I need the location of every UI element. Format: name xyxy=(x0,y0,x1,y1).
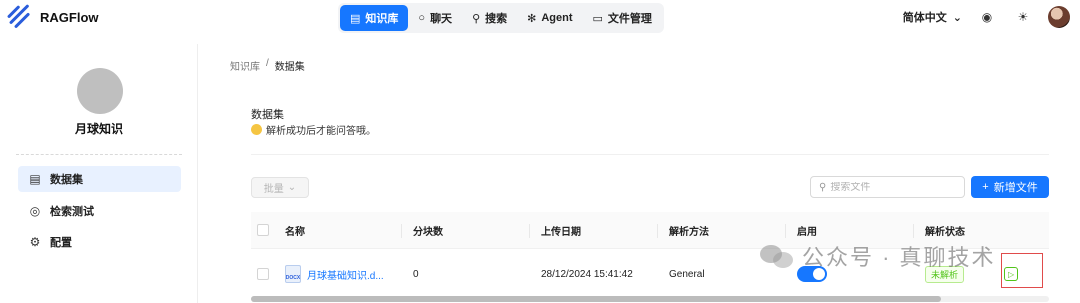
highlight-annotation xyxy=(1001,253,1043,288)
scrollbar-thumb[interactable] xyxy=(251,296,941,302)
sidebar-item-config[interactable]: ⚙ 配置 xyxy=(18,229,181,255)
header-upload-date[interactable]: 上传日期 xyxy=(541,223,581,238)
agent-icon: ✻ xyxy=(527,12,537,25)
language-select[interactable]: 简体中文 ⌄ xyxy=(903,9,962,25)
chat-icon: ○ xyxy=(418,12,426,24)
gear-icon: ⚙ xyxy=(29,235,41,249)
folder-icon: ▭ xyxy=(592,12,603,25)
chevron-down-icon: ⌄ xyxy=(287,182,297,193)
file-search[interactable]: ⚲ xyxy=(810,176,965,198)
horizontal-scrollbar[interactable] xyxy=(251,296,1049,302)
column-divider xyxy=(913,224,914,238)
header-name[interactable]: 名称 xyxy=(285,223,305,238)
dataset-icon: ▤ xyxy=(29,172,41,186)
batch-label: 批量 xyxy=(263,184,284,195)
description-text: 解析成功后才能问答哦。 xyxy=(266,126,376,137)
nav-label: 文件管理 xyxy=(607,13,652,25)
breadcrumb-root[interactable]: 知识库 xyxy=(230,58,260,73)
nav-label: Agent xyxy=(541,12,573,24)
nav-file-management[interactable]: ▭ 文件管理 xyxy=(583,5,662,31)
breadcrumb-separator: / xyxy=(266,58,269,69)
header-enabled[interactable]: 启用 xyxy=(797,223,817,238)
breadcrumb: 知识库 / 数据集 xyxy=(230,58,305,73)
search-icon: ⚲ xyxy=(819,181,827,193)
sidebar-item-label: 数据集 xyxy=(50,174,83,186)
docx-file-icon: DOCX xyxy=(285,265,301,283)
header-chunks[interactable]: 分块数 xyxy=(413,223,443,238)
chevron-down-icon: ⌄ xyxy=(952,11,962,24)
plus-icon: + xyxy=(982,181,989,193)
app-logo[interactable]: RAGFlow xyxy=(6,4,99,29)
search-input[interactable] xyxy=(830,181,951,193)
app-name: RAGFlow xyxy=(40,9,99,25)
user-avatar[interactable] xyxy=(1048,6,1070,28)
nav-label: 搜索 xyxy=(485,13,508,25)
column-divider xyxy=(785,224,786,238)
sidebar-item-label: 检索测试 xyxy=(50,206,94,218)
kb-name: 月球知识 xyxy=(74,122,123,136)
file-name-link[interactable]: 月球基础知识.d... xyxy=(307,267,384,282)
main-nav: ▤ 知识库 ○ 聊天 ⚲ 搜索 ✻ Agent ▭ 文件管理 xyxy=(338,3,664,33)
sidebar-item-dataset[interactable]: ▤ 数据集 xyxy=(18,166,181,192)
watermark: 公众号 · 真聊技术 xyxy=(760,240,996,272)
sidebar-item-label: 配置 xyxy=(50,237,72,249)
sidebar-divider xyxy=(16,154,182,155)
file-name-cell: DOCX 月球基础知识.d... xyxy=(285,249,384,299)
section-description: 解析成功后才能问答哦。 xyxy=(251,122,376,137)
target-icon: ◎ xyxy=(29,204,41,218)
chunk-count: 0 xyxy=(413,268,419,280)
header-parse-method[interactable]: 解析方法 xyxy=(669,223,709,238)
section-divider xyxy=(251,154,1049,155)
nav-chat[interactable]: ○ 聊天 xyxy=(408,5,462,31)
sidebar-item-retrieval-test[interactable]: ◎ 检索测试 xyxy=(18,198,181,224)
nav-search[interactable]: ⚲ 搜索 xyxy=(462,5,517,31)
select-all-checkbox[interactable] xyxy=(257,212,269,248)
github-icon[interactable]: ◉ xyxy=(976,6,998,28)
smile-icon xyxy=(251,124,262,135)
kb-avatar xyxy=(77,68,123,114)
search-icon: ⚲ xyxy=(472,12,481,25)
section-title: 数据集 xyxy=(251,109,284,121)
watermark-text: 公众号 · 真聊技术 xyxy=(802,245,996,270)
batch-button[interactable]: 批量 ⌄ xyxy=(251,177,309,198)
add-file-button[interactable]: + 新增文件 xyxy=(971,176,1049,198)
nav-label: 聊天 xyxy=(430,13,453,25)
wechat-icon xyxy=(760,243,794,269)
header-actions: 简体中文 ⌄ ◉ ☀ xyxy=(903,6,1070,28)
header-parse-status[interactable]: 解析状态 xyxy=(925,223,965,238)
language-label: 简体中文 xyxy=(902,12,947,24)
breadcrumb-current: 数据集 xyxy=(274,62,305,73)
row-checkbox[interactable] xyxy=(257,249,269,299)
add-file-label: 新增文件 xyxy=(993,182,1038,194)
column-divider xyxy=(529,224,530,238)
nav-agent[interactable]: ✻ Agent xyxy=(517,5,582,31)
nav-label: 知识库 xyxy=(365,13,399,25)
upload-date: 28/12/2024 15:41:42 xyxy=(541,268,633,280)
top-header: RAGFlow ▤ 知识库 ○ 聊天 ⚲ 搜索 ✻ Agent ▭ 文件管理 简… xyxy=(0,0,1080,44)
column-divider xyxy=(401,224,402,238)
database-icon: ▤ xyxy=(350,12,361,25)
kb-sidebar: 月球知识 ▤ 数据集 ◎ 检索测试 ⚙ 配置 xyxy=(0,44,198,303)
nav-knowledge-base[interactable]: ▤ 知识库 xyxy=(340,5,409,31)
ragflow-logo-icon xyxy=(6,4,32,29)
column-divider xyxy=(657,224,658,238)
theme-toggle-icon[interactable]: ☀ xyxy=(1012,6,1034,28)
parse-method[interactable]: General xyxy=(669,269,705,280)
